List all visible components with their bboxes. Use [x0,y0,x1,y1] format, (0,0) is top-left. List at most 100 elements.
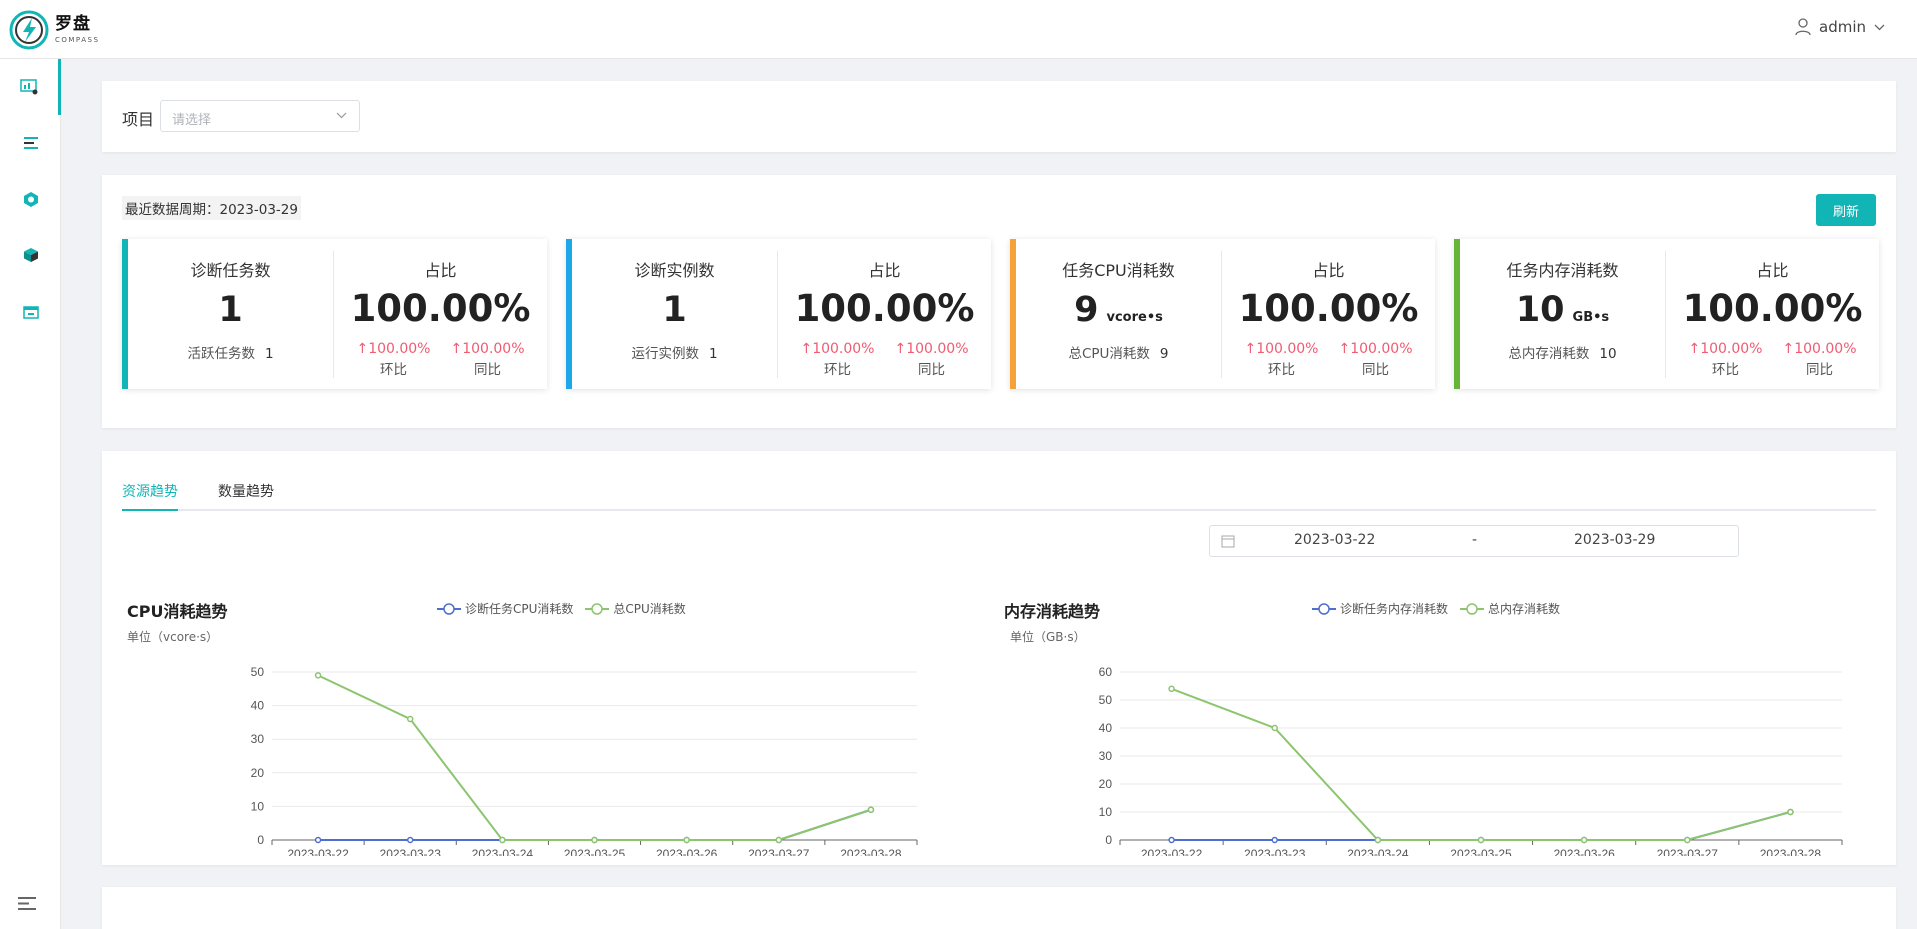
stat-sub-value: 1 [264,346,274,362]
data-point [1374,836,1382,844]
qoq-label: 环比 [379,362,407,378]
data-period: 最近数据周期：2023-03-29 [122,196,301,220]
data-point [1168,836,1175,844]
sidebar-collapse-button[interactable] [18,896,36,915]
ratio-title: 占比 [424,261,457,280]
y-tick-label: 50 [251,665,265,679]
cpu-chart-title: CPU消耗趋势 [127,602,228,621]
y-tick-label: 40 [1099,721,1113,735]
data-point [775,836,783,844]
ratio-value: 100.00% [1238,287,1419,330]
series-line [1171,687,1791,841]
top-header: 罗盘 COMPASS admin [0,0,1917,59]
data-point [1271,724,1278,732]
data-point [1168,685,1175,693]
sidebar-item-cube[interactable] [0,227,61,283]
x-tick-label: 2023-03-25 [1450,847,1512,856]
trend-tabs: 资源趋势 数量趋势 [122,481,1876,511]
cube-icon [23,248,38,262]
stat-value: 1 [218,290,243,330]
user-icon [1795,18,1811,36]
tab-resource-trend[interactable]: 资源趋势 [122,481,178,511]
qoq-label: 环比 [1711,362,1739,378]
project-select[interactable]: 请选择 [160,100,360,132]
data-point [867,806,875,814]
stat-sub-label: 活跃任务数 [187,346,255,362]
legend-item[interactable]: 诊断任务内存消耗数 [1312,600,1448,617]
memory-line-chart: 0 10 20 30 40 50 60 2023-03-22 2023-03-23 2023-03… [1099,665,1843,856]
data-point [1477,836,1485,844]
stat-title: 诊断实例数 [634,261,715,280]
date-range-picker[interactable]: 2023-03-22 - 2023-03-29 [1209,525,1739,557]
qoq-value: ↑100.00% [356,341,431,357]
date-start[interactable]: 2023-03-22 [1294,532,1375,548]
refresh-button[interactable]: 刷新 [1816,194,1876,226]
qoq-label: 环比 [1267,362,1295,378]
stat-card: 任务CPU消耗数 9 vcore•s 总CPU消耗数 9 占比 100.00% ↑100.00… [1010,239,1435,389]
stat-unit: vcore•s [1106,310,1163,325]
data-point [406,715,414,723]
stat-value: 10 [1515,290,1565,330]
ratio-title: 占比 [1756,261,1789,280]
date-end[interactable]: 2023-03-29 [1574,532,1655,548]
stat-value: 9 [1074,290,1099,330]
x-tick-label: 2023-03-28 [1760,847,1822,856]
stat-card: 诊断任务数 1 活跃任务数 1 占比 100.00% ↑100.00% 环比 ↑100.00% 同… [122,239,547,389]
chevron-down-icon [1874,24,1885,30]
app-logo[interactable]: 罗盘 COMPASS [9,10,99,50]
legend-item[interactable]: 总内存消耗数 [1460,600,1560,617]
legend-label: 总内存消耗数 [1488,602,1561,616]
y-tick-label: 0 [1105,833,1112,847]
stat-unit: GB•s [1572,310,1610,325]
calendar-icon [22,305,39,319]
data-point [683,836,690,844]
tab-count-trend[interactable]: 数量趋势 [218,481,274,509]
data-point [406,836,414,844]
data-point [1787,808,1794,816]
memory-chart-title: 内存消耗趋势 [1004,602,1101,621]
user-menu[interactable]: admin [1795,18,1893,36]
legend-item[interactable]: 总CPU消耗数 [585,600,686,617]
legend-label: 诊断任务内存消耗数 [1340,602,1449,616]
stat-value: 1 [662,290,687,330]
compass-logo-icon [9,10,49,50]
stat-sub-value: 10 [1599,346,1617,362]
hexagon-icon [23,191,38,207]
yoy-value: ↑100.00% [450,341,525,357]
summary-panel: 最近数据周期：2023-03-29 刷新 诊断任务数 1 活跃任务数 1 占比 100.0… [102,175,1896,428]
trend-panel: 资源趋势 数量趋势 2023-03-22 - 2023-03-29 CPU消耗趋… [102,451,1896,865]
legend-item[interactable]: 诊断任务CPU消耗数 [437,600,573,617]
sidebar-item-calendar[interactable] [0,283,61,339]
sidebar [0,59,61,929]
logo-subtitle: COMPASS [55,36,100,44]
yoy-label: 同比 [1362,362,1390,378]
stat-sub-value: 1 [708,346,718,362]
x-tick-label: 2023-03-22 [287,847,349,856]
legend-marker-icon [1460,602,1485,615]
sidebar-item-hexagon[interactable] [0,171,61,227]
list-icon [23,137,38,149]
data-point [591,836,598,844]
data-point [1580,836,1588,844]
legend-label: 诊断任务CPU消耗数 [465,602,574,616]
ratio-value: 100.00% [350,287,531,330]
stat-title: 诊断任务数 [190,261,271,280]
data-point [314,672,322,679]
sidebar-item-list[interactable] [0,115,61,171]
x-tick-label: 2023-03-26 [1553,847,1615,856]
data-point [314,836,322,844]
cpu-chart-legend: 诊断任务CPU消耗数 总CPU消耗数 [437,600,698,617]
x-tick-label: 2023-03-24 [1347,847,1409,856]
ratio-title: 占比 [1312,261,1345,280]
stat-sub-label: 总CPU消耗数 [1068,346,1150,362]
ratio-title: 占比 [868,261,901,280]
stat-sub-value: 9 [1159,346,1169,362]
yoy-value: ↑100.00% [1782,341,1857,357]
dashboard-icon [20,79,38,95]
yoy-label: 同比 [918,362,946,378]
x-tick-label: 2023-03-25 [564,847,626,856]
stat-sub-label: 总内存消耗数 [1508,346,1590,362]
x-tick-label: 2023-03-22 [1141,847,1203,856]
sidebar-item-dashboard[interactable] [0,59,61,115]
x-tick-label: 2023-03-24 [472,847,534,856]
